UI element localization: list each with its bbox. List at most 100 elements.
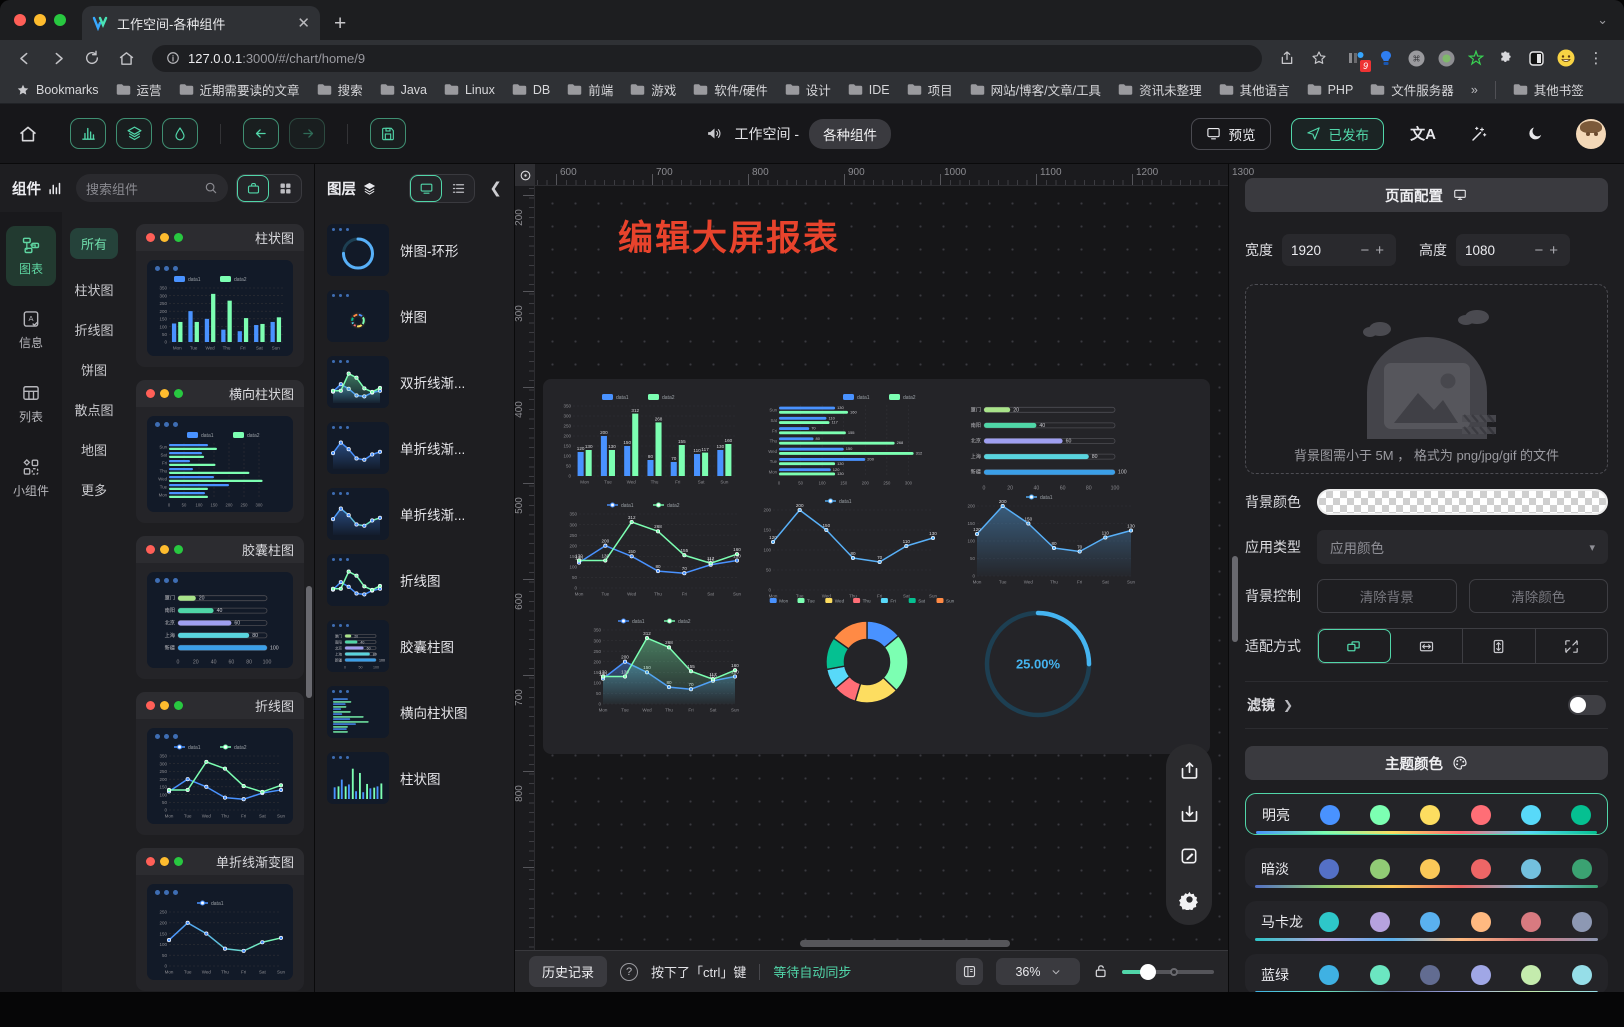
publish-button[interactable]: 已发布: [1291, 118, 1385, 150]
collapse-panel-chevron-icon[interactable]: ❮: [489, 179, 502, 197]
maximize-window-button[interactable]: [54, 14, 66, 26]
canvas-widget-gradient-line-chart[interactable]: data1050100150200MonTueWedThuFriSatSun12…: [961, 491, 1137, 587]
category-item[interactable]: 饼图: [81, 360, 107, 379]
canvas-widget-capsule-chart[interactable]: 厦门20南阳40北京60上海80新疆100020406080100: [959, 395, 1135, 491]
browser-menu-icon[interactable]: ⋮: [1586, 48, 1606, 68]
bookmark-folder[interactable]: 游戏: [630, 80, 676, 99]
layer-item[interactable]: 饼图-环形: [327, 224, 502, 276]
fit-scale-button[interactable]: [1318, 629, 1391, 663]
browser-tab[interactable]: 工作空间-各种组件 ✕: [82, 6, 320, 40]
background-color-swatch[interactable]: [1317, 489, 1608, 515]
component-card[interactable]: 单折线渐变图data1050100150200250MonTueWedThuFr…: [136, 848, 304, 991]
dashboard-board[interactable]: data1data2050100150200250300350120130Mon…: [543, 379, 1210, 754]
components-toggle-button[interactable]: [70, 118, 106, 149]
language-toggle-icon[interactable]: 文A: [1406, 117, 1440, 151]
bookmark-folder[interactable]: 运营: [116, 80, 162, 99]
forward-button[interactable]: [44, 44, 72, 72]
new-tab-button[interactable]: +: [334, 12, 346, 36]
extension-icon[interactable]: ⌘: [1406, 48, 1426, 68]
bookmark-folder[interactable]: Java: [380, 80, 427, 99]
layer-item[interactable]: 折线图: [327, 554, 502, 606]
component-card[interactable]: 胶囊柱图厦门20南阳40北京60上海80新疆100020406080100: [136, 536, 304, 679]
canvas-text-widget[interactable]: 编辑大屏报表: [618, 210, 840, 261]
config-scrollbar[interactable]: [1232, 556, 1238, 642]
site-info-icon[interactable]: [166, 51, 180, 65]
bookmark-folder[interactable]: DB: [512, 80, 550, 99]
bookmark-folder[interactable]: 搜索: [317, 80, 363, 99]
magic-wand-icon[interactable]: [1462, 117, 1496, 151]
profile-avatar-icon[interactable]: [1556, 48, 1576, 68]
component-card[interactable]: 折线图data1data2050100150200250300350MonTue…: [136, 692, 304, 835]
layers-toggle-button[interactable]: [116, 118, 152, 149]
canvas-widget-horizontal-bar-chart[interactable]: data1data2050100150200250300Mon120130Tue…: [763, 391, 943, 487]
help-icon[interactable]: ?: [620, 963, 638, 981]
bookmark-folder[interactable]: IDE: [848, 80, 890, 99]
back-button[interactable]: [10, 44, 38, 72]
edit-button[interactable]: [1177, 844, 1201, 868]
dark-mode-moon-icon[interactable]: [1518, 117, 1552, 151]
bookmark-folder[interactable]: 网站/博客/文章/工具: [970, 80, 1101, 99]
redo-button[interactable]: [289, 118, 325, 149]
history-button[interactable]: 历史记录: [529, 956, 607, 987]
bookmark-folder[interactable]: 资讯未整理: [1118, 80, 1202, 99]
filter-toggle[interactable]: [1568, 695, 1606, 715]
bookmark-folder[interactable]: 软件/硬件: [693, 80, 767, 99]
zoom-select[interactable]: 36%: [996, 958, 1080, 985]
components-scrollbar[interactable]: [306, 586, 312, 698]
chevron-right-icon[interactable]: ❯: [1283, 698, 1293, 712]
extension-icon[interactable]: [1466, 48, 1486, 68]
url-bar[interactable]: 127.0.0.1:3000/#/chart/home/9: [152, 45, 1262, 72]
height-stepper[interactable]: 1080−+: [1456, 234, 1570, 266]
decrement-icon[interactable]: −: [1531, 242, 1546, 259]
share-icon[interactable]: [1274, 45, 1300, 71]
increment-icon[interactable]: +: [1546, 242, 1561, 259]
layers-view-list-button[interactable]: [442, 175, 474, 202]
search-input[interactable]: 搜索组件: [76, 174, 228, 202]
canvas-widget-progress-ring[interactable]: 25.00%: [981, 607, 1095, 721]
bookmark-folder[interactable]: PHP: [1307, 80, 1354, 99]
component-card[interactable]: 横向柱状图data1data2050100150200250300MonTueW…: [136, 380, 304, 523]
bookmark-folder[interactable]: 设计: [785, 80, 831, 99]
other-bookmarks[interactable]: 其他书签: [1513, 80, 1584, 99]
background-upload-dropzone[interactable]: 背景图需小于 5M ， 格式为 png/jpg/gif 的文件: [1245, 284, 1608, 474]
save-button[interactable]: [370, 118, 406, 149]
canvas-widget-bar-chart[interactable]: data1data2050100150200250300350120130Mon…: [557, 391, 739, 487]
canvas-widget-area-line-chart[interactable]: data1data2050100150200250300350MonTueWed…: [587, 615, 741, 715]
fit-width-button[interactable]: [1391, 629, 1464, 663]
layer-item[interactable]: 单折线渐...: [327, 488, 502, 540]
theme-row-蓝绿[interactable]: 蓝绿: [1245, 954, 1608, 992]
zoom-slider[interactable]: [1122, 970, 1214, 974]
import-button[interactable]: [1177, 801, 1201, 825]
tab-close-icon[interactable]: ✕: [297, 16, 310, 31]
fit-stretch-button[interactable]: [1536, 629, 1608, 663]
home-button[interactable]: [112, 44, 140, 72]
decrement-icon[interactable]: −: [1357, 242, 1372, 259]
minimize-window-button[interactable]: [34, 14, 46, 26]
apply-type-select[interactable]: 应用颜色▾: [1317, 530, 1608, 564]
canvas-widget-single-line-chart[interactable]: data1050100150200MonTueWedThuFriSatSun12…: [757, 495, 939, 601]
components-view-box-button[interactable]: [237, 175, 269, 202]
layout-panel-toggle-button[interactable]: [956, 958, 983, 985]
undo-button[interactable]: [243, 118, 279, 149]
canvas-widget-pie-chart[interactable]: MonTueWedThuFriSatSun: [769, 593, 965, 715]
bookmark-folder[interactable]: 文件服务器: [1370, 80, 1454, 99]
layer-item[interactable]: 横向柱状图: [327, 686, 502, 738]
clear-color-button[interactable]: 清除颜色: [1469, 579, 1609, 613]
details-toggle-button[interactable]: [162, 118, 198, 149]
clear-background-button[interactable]: 清除背景: [1317, 579, 1457, 613]
tab-search-chevron-icon[interactable]: ⌄: [1597, 12, 1608, 28]
extension-icon[interactable]: [1526, 48, 1546, 68]
bookmark-folder[interactable]: 其他语言: [1219, 80, 1290, 99]
width-stepper[interactable]: 1920−+: [1282, 234, 1396, 266]
canvas-horizontal-scrollbar[interactable]: [800, 940, 1010, 947]
theme-row-马卡龙[interactable]: 马卡龙: [1245, 901, 1608, 941]
close-window-button[interactable]: [14, 14, 26, 26]
settings-gear-icon[interactable]: [1177, 887, 1201, 911]
page-config-header[interactable]: 页面配置: [1245, 178, 1608, 212]
bookmark-star-icon[interactable]: [1306, 45, 1332, 71]
category-item[interactable]: 地图: [81, 440, 107, 459]
category-item[interactable]: 散点图: [74, 400, 113, 419]
category-item[interactable]: 所有: [70, 228, 118, 259]
layer-item[interactable]: 单折线渐...: [327, 422, 502, 474]
preview-button[interactable]: 预览: [1191, 118, 1271, 150]
